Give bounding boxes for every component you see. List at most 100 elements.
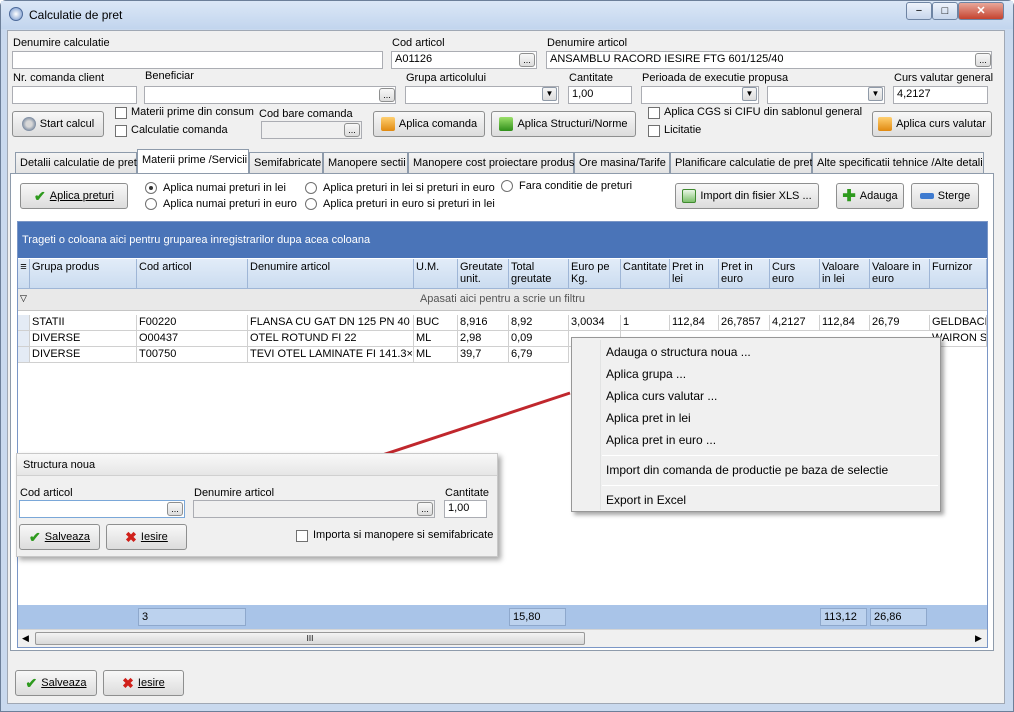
sterge-button[interactable]: Sterge xyxy=(911,183,979,209)
tab-planificare[interactable]: Planificare calculatie de pret xyxy=(670,152,813,173)
maximize-button[interactable]: □ xyxy=(932,2,958,20)
salveaza-button[interactable]: ✔ Salveaza xyxy=(15,670,97,696)
radio-lei[interactable] xyxy=(145,182,157,194)
table-cell[interactable]: BUC xyxy=(414,315,458,331)
chevron-down-icon[interactable]: ▼ xyxy=(542,87,557,101)
table-cell[interactable]: F00220 xyxy=(137,315,248,331)
table-cell[interactable]: DIVERSE xyxy=(30,331,137,347)
aplica-structuri-button[interactable]: Aplica Structuri/Norme xyxy=(491,111,636,137)
table-cell[interactable]: 1 xyxy=(621,315,670,331)
popup-salveaza-button[interactable]: ✔ Salveaza xyxy=(19,524,100,550)
table-cell[interactable]: 2,98 xyxy=(458,331,509,347)
table-cell[interactable]: OTEL ROTUND FI 22 xyxy=(248,331,414,347)
scroll-thumb[interactable]: III xyxy=(35,632,585,645)
chevron-down-icon[interactable]: ▼ xyxy=(868,87,883,101)
tab-detalii-calculatie[interactable]: Detalii calculatie de pret xyxy=(15,152,137,173)
denumire-calculatie-input[interactable] xyxy=(12,51,383,69)
table-cell[interactable]: 3,0034 xyxy=(569,315,621,331)
materii-prime-consum-checkbox[interactable] xyxy=(115,107,127,119)
curs-valutar-input[interactable]: 4,2127 xyxy=(893,86,988,104)
table-cell[interactable]: TEVI OTEL LAMINATE FI 141.3× xyxy=(248,347,414,363)
column-header-um[interactable]: U.M. xyxy=(414,259,458,289)
minimize-button[interactable]: − xyxy=(906,2,932,20)
popup-denumire-input[interactable] xyxy=(193,500,435,518)
popup-denumire-browse-button[interactable]: ... xyxy=(417,502,433,516)
radio-fara-conditie[interactable] xyxy=(501,180,513,192)
popup-cantitate-input[interactable]: 1,00 xyxy=(444,500,487,518)
column-header-cantitate[interactable]: Cantitate xyxy=(621,259,670,289)
table-cell[interactable]: 4,2127 xyxy=(770,315,820,331)
row-indicator[interactable] xyxy=(18,315,30,331)
column-header-pret-euro[interactable]: Pret in euro xyxy=(719,259,770,289)
menu-item-aplica-pret-euro[interactable]: Aplica pret in euro ... xyxy=(606,433,716,447)
row-indicator-header[interactable]: ≡ xyxy=(18,259,30,289)
horizontal-scrollbar[interactable]: ◀ III ▶ xyxy=(18,629,987,647)
menu-item-aplica-grupa[interactable]: Aplica grupa ... xyxy=(606,367,686,381)
close-button[interactable]: ✕ xyxy=(958,2,1004,20)
radio-lei-euro[interactable] xyxy=(305,182,317,194)
cod-articol-browse-button[interactable]: ... xyxy=(519,53,535,67)
tab-semifabricate[interactable]: Semifabricate xyxy=(249,152,323,173)
column-header-euro-kg[interactable]: Euro pe Kg. xyxy=(569,259,621,289)
chevron-down-icon[interactable]: ▼ xyxy=(742,87,757,101)
column-header-greutate-unit[interactable]: Greutate unit. xyxy=(458,259,509,289)
menu-item-import-comanda[interactable]: Import din comanda de productie pe baza … xyxy=(606,463,888,477)
menu-item-adauga-structura[interactable]: Adauga o structura noua ... xyxy=(606,345,751,359)
licitatie-checkbox[interactable] xyxy=(648,125,660,137)
tab-manopere-sectii[interactable]: Manopere sectii xyxy=(323,152,408,173)
table-cell[interactable]: O00437 xyxy=(137,331,248,347)
popup-cod-browse-button[interactable]: ... xyxy=(167,502,183,516)
aplica-preturi-button[interactable]: ✔ Aplica preturi xyxy=(20,183,128,209)
table-cell[interactable]: 8,92 xyxy=(509,315,569,331)
popup-iesire-button[interactable]: ✖ Iesire xyxy=(106,524,187,550)
popup-cod-input[interactable] xyxy=(19,500,185,518)
nr-comanda-input[interactable] xyxy=(12,86,137,104)
tab-materii-prime[interactable]: Materii prime /Servicii xyxy=(137,149,249,174)
table-cell[interactable]: 112,84 xyxy=(670,315,719,331)
aplica-comanda-button[interactable]: Aplica comanda xyxy=(373,111,485,137)
aplica-cgs-checkbox[interactable] xyxy=(648,107,660,119)
grupa-articolului-select[interactable] xyxy=(405,86,559,104)
row-indicator[interactable] xyxy=(18,331,30,347)
radio-euro[interactable] xyxy=(145,198,157,210)
table-cell[interactable]: ML xyxy=(414,347,458,363)
group-by-area[interactable]: Trageti o coloana aici pentru gruparea i… xyxy=(18,222,987,258)
column-header-total-greutate[interactable]: Total greutate xyxy=(509,259,569,289)
scroll-right-icon[interactable]: ▶ xyxy=(975,633,982,644)
column-header-pret-lei[interactable]: Pret in lei xyxy=(670,259,719,289)
table-cell[interactable]: 26,79 xyxy=(870,315,930,331)
column-header-valoare-euro[interactable]: Valoare in euro xyxy=(870,259,930,289)
calculatie-comanda-checkbox[interactable] xyxy=(115,125,127,137)
table-cell[interactable]: 0,09 xyxy=(509,331,569,347)
table-cell[interactable]: 6,79 xyxy=(509,347,569,363)
table-cell[interactable]: T00750 xyxy=(137,347,248,363)
table-cell[interactable]: 8,916 xyxy=(458,315,509,331)
cod-articol-input[interactable]: A01126 xyxy=(391,51,537,69)
denumire-articol-browse-button[interactable]: ... xyxy=(975,53,991,67)
table-cell[interactable]: STATII xyxy=(30,315,137,331)
iesire-button[interactable]: ✖ Iesire xyxy=(103,670,184,696)
adauga-button[interactable]: ✚ Adauga xyxy=(836,183,904,209)
menu-item-aplica-pret-lei[interactable]: Aplica pret in lei xyxy=(606,411,691,425)
radio-euro-lei[interactable] xyxy=(305,198,317,210)
importa-manopere-checkbox[interactable] xyxy=(296,530,308,542)
column-header-denumire[interactable]: Denumire articol xyxy=(248,259,414,289)
beneficiar-browse-button[interactable]: ... xyxy=(379,88,395,102)
column-header-cod[interactable]: Cod articol xyxy=(137,259,248,289)
table-cell[interactable]: GELDBACH xyxy=(930,315,987,331)
menu-item-export-excel[interactable]: Export in Excel xyxy=(606,493,686,507)
cod-bare-browse-button[interactable]: ... xyxy=(344,123,360,137)
column-header-furnizor[interactable]: Furnizor xyxy=(930,259,987,289)
table-cell[interactable]: ML xyxy=(414,331,458,347)
scroll-left-icon[interactable]: ◀ xyxy=(22,633,29,644)
table-cell[interactable]: DIVERSE xyxy=(30,347,137,363)
aplica-curs-valutar-button[interactable]: Aplica curs valutar xyxy=(872,111,992,137)
table-cell[interactable]: 39,7 xyxy=(458,347,509,363)
tab-ore-masina[interactable]: Ore masina/Tarife xyxy=(574,152,670,173)
table-cell[interactable]: FLANSA CU GAT DN 125 PN 40 xyxy=(248,315,414,331)
import-xls-button[interactable]: Import din fisier XLS ... xyxy=(675,183,819,209)
menu-item-aplica-curs[interactable]: Aplica curs valutar ... xyxy=(606,389,717,403)
column-header-curs-euro[interactable]: Curs euro xyxy=(770,259,820,289)
tab-alte-specificatii[interactable]: Alte specificatii tehnice /Alte detalii xyxy=(812,152,984,173)
column-header-grupa[interactable]: Grupa produs xyxy=(30,259,137,289)
